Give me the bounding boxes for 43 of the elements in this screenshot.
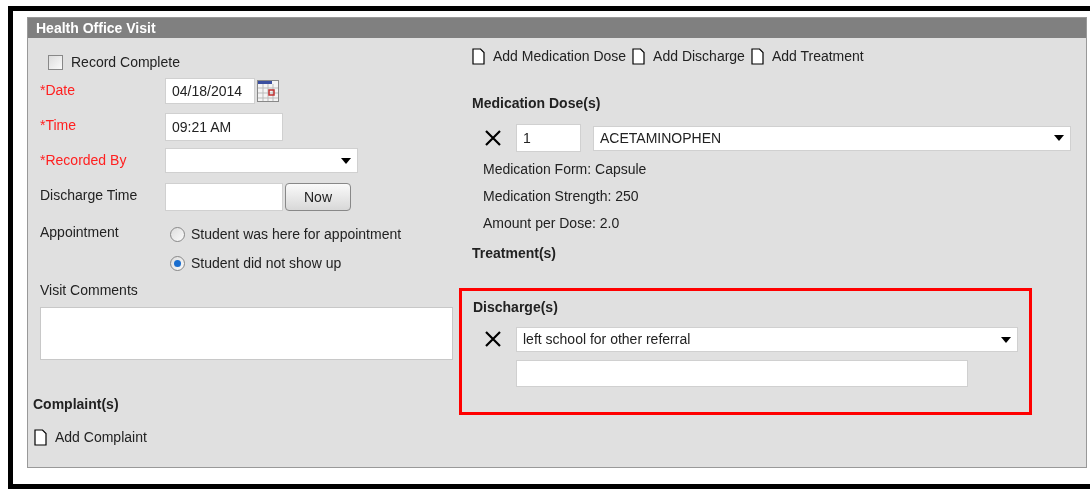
discharges-heading: Discharge(s)	[473, 299, 558, 315]
field-label: *Date	[40, 81, 77, 100]
medication-detail: Amount per Dose: 2.0	[483, 214, 621, 233]
add-link[interactable]: Add Discharge	[653, 46, 745, 67]
appointment-label: Appointment	[40, 223, 120, 242]
time-field[interactable]: 09:21 AM	[165, 113, 283, 141]
caret-icon	[1001, 336, 1011, 343]
document-icon	[34, 429, 47, 446]
field-label: *Recorded By	[40, 151, 128, 170]
medication-dropdown[interactable]: ACETAMINOPHEN	[593, 125, 1071, 151]
discharge-time-field[interactable]	[165, 183, 283, 211]
date-field[interactable]: 04/18/2014	[165, 78, 255, 104]
treatments-heading: Treatment(s)	[472, 244, 558, 263]
visit-comments-label: Visit Comments	[40, 281, 139, 300]
quantity-field[interactable]: 1	[516, 124, 581, 152]
add-link[interactable]: Add Treatment	[771, 46, 864, 67]
add-link[interactable]: Add Medication Dose	[493, 46, 627, 67]
medication-detail: Medication Form: Capsule	[483, 160, 648, 179]
medication-heading: Medication Dose(s)	[472, 94, 602, 113]
radio-button[interactable]	[170, 227, 185, 242]
panel-title: Health Office Visit	[36, 18, 156, 38]
visit-comments-field[interactable]	[40, 307, 453, 360]
delete-icon[interactable]	[484, 129, 502, 147]
field-label: Discharge Time	[40, 186, 139, 205]
delete-icon[interactable]	[484, 330, 502, 348]
add-complaint-link[interactable]: Add Complaint	[55, 427, 147, 448]
radio-label: Student was here for appointment	[191, 225, 402, 244]
caret-icon	[341, 157, 351, 164]
document-icon	[750, 48, 764, 65]
record-complete-checkbox[interactable]	[48, 54, 63, 70]
field-label: *Time	[40, 116, 78, 135]
discharge-comment-field[interactable]	[516, 360, 968, 387]
caret-icon	[1054, 135, 1064, 141]
medication-detail: Medication Strength: 250	[483, 187, 640, 206]
radio-label: Student did not show up	[191, 254, 342, 273]
discharge-reason-dropdown[interactable]: left school for other referral	[516, 327, 1018, 352]
radio-button[interactable]	[170, 256, 185, 271]
calendar-icon[interactable]	[257, 80, 279, 102]
checkbox-label: Record Complete	[71, 52, 180, 72]
now-button[interactable]: Now	[285, 183, 351, 211]
complaints-heading: Complaint(s)	[33, 395, 120, 414]
document-icon	[632, 48, 646, 65]
document-icon	[472, 48, 485, 65]
